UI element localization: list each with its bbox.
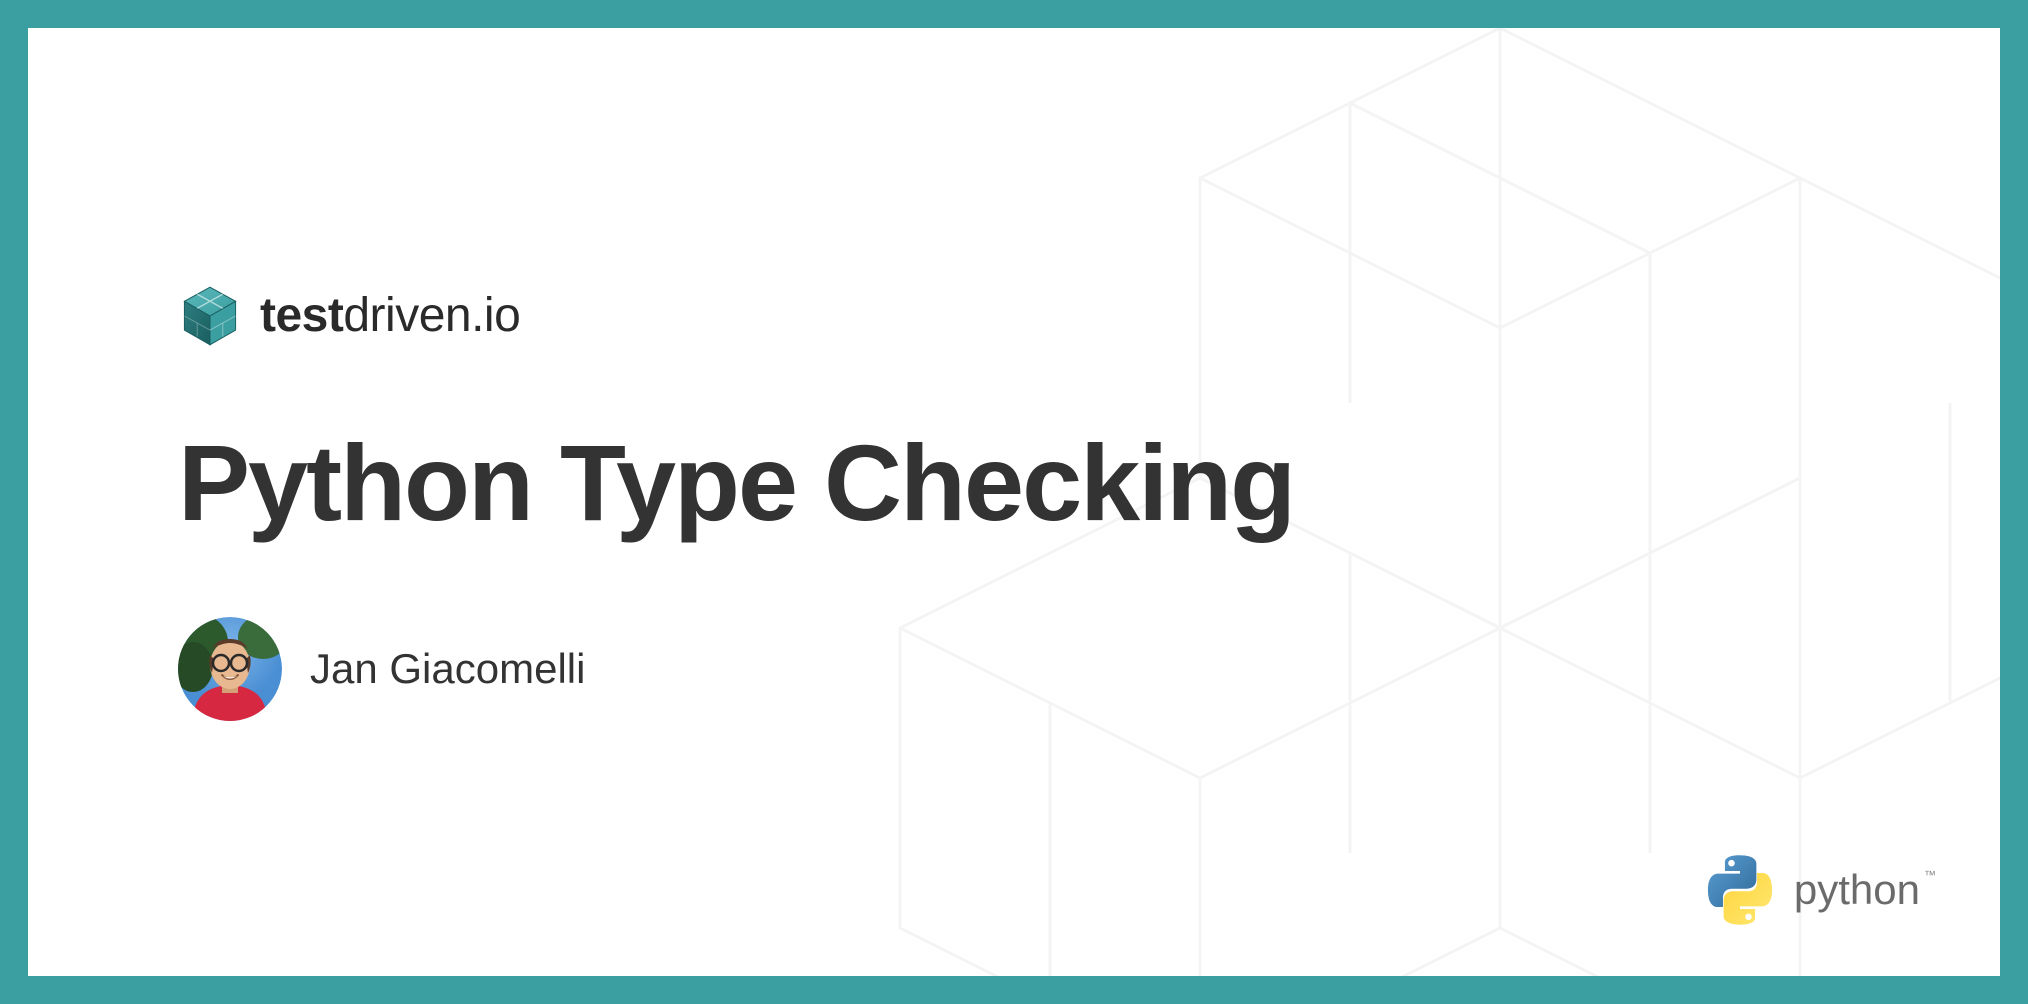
brand-bold: test — [260, 289, 343, 342]
author-name: Jan Giacomelli — [310, 645, 585, 693]
social-card: testdriven.io Python Type Checking — [28, 28, 2000, 976]
author-section: Jan Giacomelli — [178, 617, 2000, 721]
python-name: python — [1794, 866, 1920, 913]
python-trademark: ™ — [1924, 868, 1936, 882]
python-icon — [1704, 854, 1776, 926]
brand-name: testdriven.io — [260, 288, 520, 343]
page-title: Python Type Checking — [178, 420, 2000, 545]
author-avatar — [178, 617, 282, 721]
python-logo-section: python ™ — [1704, 854, 1920, 926]
testdriven-cube-icon — [178, 284, 242, 348]
brand-regular: driven.io — [343, 289, 520, 342]
brand-section: testdriven.io — [178, 284, 2000, 348]
python-label: python ™ — [1794, 866, 1920, 914]
